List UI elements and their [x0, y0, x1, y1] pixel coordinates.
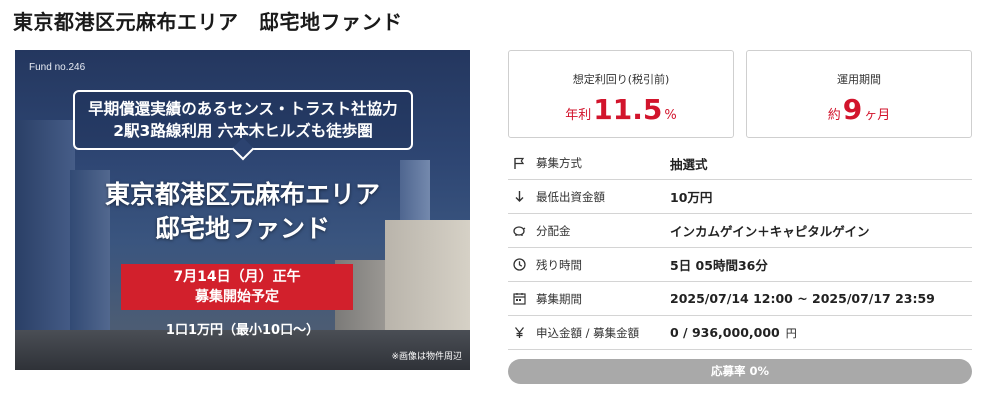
fund-number: Fund no.246: [29, 62, 86, 73]
page-title: 東京都港区元麻布エリア 邸宅地ファンド: [13, 10, 403, 34]
start-date-line: 募集開始予定: [195, 289, 279, 305]
callout-line: 2駅3路線利用 六本木ヒルズも徒歩圏: [113, 122, 373, 140]
row-amount: 申込金額 / 募集金額 0 / 936,000,000 円: [508, 316, 972, 350]
unit-text: 1口1万円（最小10口〜）: [165, 323, 320, 338]
banner-title: 東京都港区元麻布エリア 邸宅地ファンド: [15, 178, 470, 246]
row-value: 10万円: [670, 190, 713, 205]
image-note: ※画像は物件周辺: [391, 352, 462, 362]
row-label: 募集方式: [536, 156, 582, 170]
amount-unit: 円: [785, 326, 797, 340]
application-rate-progress: 応募率 0%: [508, 359, 972, 384]
term-label: 運用期間: [837, 73, 881, 86]
yield-value: 年利11.5%: [509, 93, 733, 126]
yield-prefix: 年利: [565, 108, 592, 123]
yield-label: 想定利回り(税引前): [572, 73, 670, 86]
start-date-box: 7月14日（月）正午 募集開始予定: [121, 264, 353, 310]
row-value: インカムゲイン＋キャピタルゲイン: [670, 224, 870, 239]
row-distribution: 分配金 インカムゲイン＋キャピタルゲイン: [508, 214, 972, 248]
banner-title-line: 邸宅地ファンド: [154, 214, 330, 243]
row-recruitment-method: 募集方式 抽選式: [508, 147, 972, 180]
clock-icon: [512, 258, 526, 272]
yield-number: 11.5: [593, 93, 663, 126]
row-label: 最低出資金額: [536, 189, 605, 204]
row-label: 分配金: [536, 223, 571, 238]
banner-title-line: 東京都港区元麻布エリア: [104, 180, 380, 209]
row-label: 募集期間: [536, 291, 582, 306]
piggy-bank-icon: [512, 224, 526, 238]
row-recruitment-period: 募集期間 2025/07/14 12:00 ~ 2025/07/17 23:59: [508, 282, 972, 316]
row-value: 2025/07/14 12:00 ~ 2025/07/17 23:59: [670, 291, 935, 306]
term-box: 運用期間 約9 ヶ月: [746, 50, 972, 138]
callout-line: 早期償還実績のあるセンス・トラスト社協力: [88, 100, 398, 118]
banner-callout: 早期償還実績のあるセンス・トラスト社協力 2駅3路線利用 六本木ヒルズも徒歩圏: [73, 90, 413, 150]
row-label: 残り時間: [536, 257, 582, 272]
row-value: 5日 05時間36分: [670, 258, 768, 273]
yield-box: 想定利回り(税引前) 年利11.5%: [508, 50, 734, 138]
fund-info-table: 募集方式 抽選式 最低出資金額 10万円 分配金 インカムゲイン＋キャピタルゲイ…: [508, 147, 972, 350]
row-label: 申込金額 / 募集金額: [536, 325, 640, 340]
calendar-icon: [512, 292, 526, 306]
row-value: 抽選式: [670, 156, 708, 172]
amount-value: 0 / 936,000,000: [670, 324, 780, 340]
progress-label: 応募率 0%: [710, 364, 770, 378]
term-value: 約9 ヶ月: [747, 93, 971, 126]
term-prefix: 約: [827, 108, 841, 123]
start-date-line: 7月14日（月）正午: [173, 269, 301, 285]
yield-suffix: %: [664, 108, 677, 123]
row-minimum-investment: 最低出資金額 10万円: [508, 180, 972, 214]
yen-icon: [512, 326, 526, 340]
flag-icon: [512, 156, 526, 170]
term-suffix: ヶ月: [864, 108, 891, 123]
arrow-down-icon: [512, 190, 526, 204]
term-number: 9: [842, 93, 863, 126]
row-remaining-time: 残り時間 5日 05時間36分: [508, 248, 972, 282]
row-value: 0 / 936,000,000 円: [670, 325, 797, 341]
fund-banner-image: Fund no.246 早期償還実績のあるセンス・トラスト社協力 2駅3路線利用…: [15, 50, 470, 370]
